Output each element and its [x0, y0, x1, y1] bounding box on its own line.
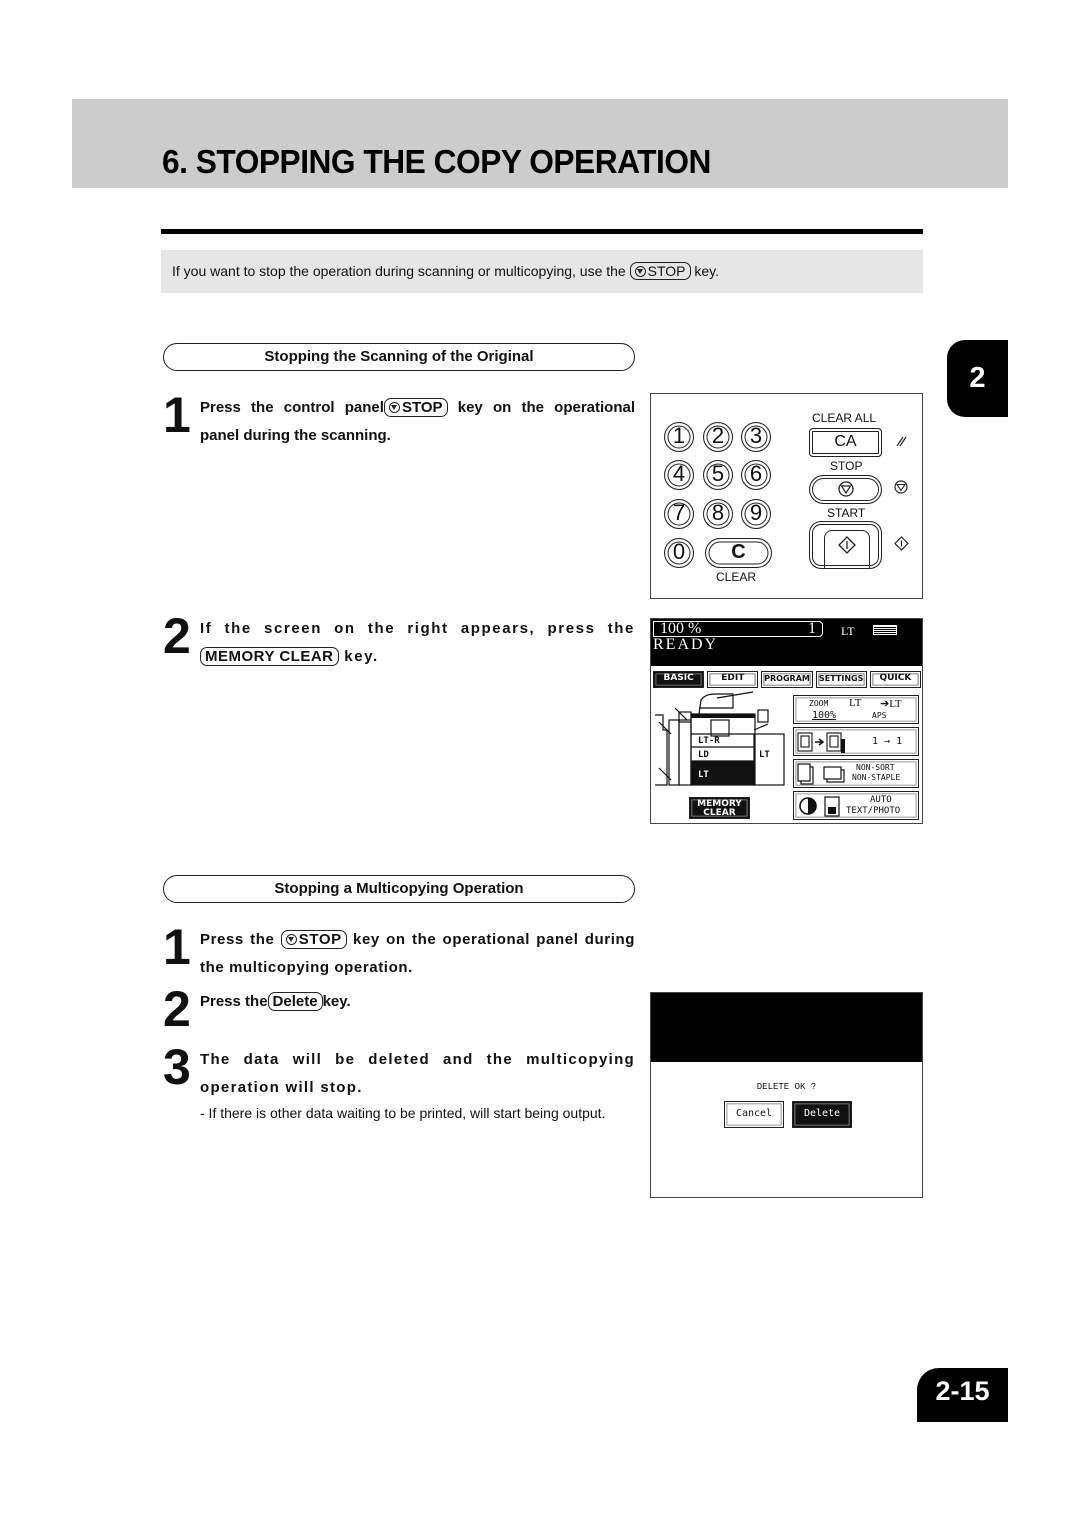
clear-label: CLEAR [716, 570, 757, 584]
intro-box: If you want to stop the operation during… [161, 250, 923, 293]
stop-key-badge: STOP [280, 930, 347, 950]
numeric-key-7[interactable]: 7 [664, 499, 694, 529]
stop-icon [285, 934, 297, 945]
dialog-header-area [651, 993, 922, 1062]
stop-label: STOP [830, 459, 863, 473]
step-number: 3 [163, 1039, 191, 1095]
drawer-1-paper[interactable]: LT-R [698, 736, 720, 746]
lcf-paper[interactable]: LT [759, 750, 770, 760]
sort-staple-icon [797, 763, 845, 785]
zoom-readout: 100 % 1 [653, 621, 823, 637]
step-note: - If there is other data waiting to be p… [200, 1105, 606, 1121]
delete-confirm-question: DELETE OK ? [756, 1082, 817, 1092]
stop-key-badge: STOP [383, 398, 448, 418]
zoom-paper-button[interactable]: ZOOM LT ➔LT 100% APS [793, 695, 919, 724]
intro-text-before: If you want to stop the operation during… [172, 263, 626, 279]
delete-button[interactable]: Delete [792, 1101, 852, 1128]
stop-key-label: STOP [647, 263, 686, 279]
status-area: 100 % 1 LT READY [651, 619, 922, 666]
step-text: The data will be deleted and the multico… [200, 1051, 635, 1096]
page-number: 2-15 [917, 1368, 1008, 1422]
paper-tray-icon [873, 625, 897, 635]
paper-size: LT [841, 624, 855, 638]
delete-confirm-illustration: DELETE OK ? Cancel Delete [650, 992, 923, 1198]
image-mode-button[interactable]: AUTO TEXT/PHOTO [793, 791, 919, 820]
start-icon [894, 536, 909, 551]
numeric-key-9[interactable]: 9 [741, 499, 771, 529]
start-label: START [827, 506, 866, 520]
start-icon [838, 536, 856, 554]
numeric-key-0[interactable]: 0 [664, 538, 694, 568]
step-number: 2 [163, 608, 191, 664]
section1-step-2: 2 If the screen on the right appears, pr… [163, 611, 635, 671]
step-text: Press the Delete key. [200, 992, 351, 1012]
stop-key-badge: STOP [629, 262, 691, 281]
step-text: Press the control panel STOP key on the o… [200, 398, 636, 444]
clear-all-icon [896, 436, 907, 447]
stop-icon [634, 266, 646, 277]
step-text: If the screen on the right appears, pres… [200, 620, 635, 667]
stop-icon [894, 480, 908, 494]
clear-key[interactable]: C [705, 538, 772, 568]
section2-step-3: 3 The data will be deleted and the multi… [163, 1042, 635, 1124]
numeric-key-1[interactable]: 1 [664, 422, 694, 452]
auto-exposure-icon [799, 796, 840, 817]
numeric-key-2[interactable]: 2 [703, 422, 733, 452]
stop-icon [388, 402, 400, 413]
copier-diagram [655, 691, 785, 786]
title-band: 6. STOPPING THE COPY OPERATION [72, 99, 1008, 188]
tab-quick[interactable]: QUICK [869, 671, 922, 688]
clear-all-key[interactable]: CA [809, 428, 882, 457]
intro-text-after: key. [694, 263, 720, 279]
section2-step-2: 2 Press the Delete key. [163, 984, 635, 1034]
delete-key-badge: Delete [267, 992, 323, 1012]
duplex-button[interactable]: 1 → 1 [793, 727, 919, 756]
chapter-tab: 2 [947, 340, 1008, 417]
tab-program[interactable]: PROGRAM [761, 671, 813, 688]
memory-clear-button[interactable]: MEMORY CLEAR [689, 797, 750, 819]
touch-screen-basic-illustration: 100 % 1 LT READY BASIC EDIT PROGRAM SETT… [650, 618, 923, 824]
numeric-key-4[interactable]: 4 [664, 460, 694, 490]
cancel-button[interactable]: Cancel [724, 1101, 784, 1128]
divider-rule [161, 229, 923, 234]
drawer-2-paper[interactable]: LD [698, 750, 709, 760]
step-number: 2 [163, 981, 191, 1037]
step-text: Press the STOP key on the operational pa… [200, 930, 636, 976]
section2-step-1: 1 Press the STOP key on the operational … [163, 922, 636, 982]
numeric-key-5[interactable]: 5 [703, 460, 733, 490]
stop-key[interactable] [809, 475, 882, 504]
finishing-button[interactable]: NON-SORT NON-STAPLE [793, 759, 919, 788]
copy-count: 1 [808, 620, 816, 637]
clear-all-label: CLEAR ALL [812, 411, 877, 425]
start-key[interactable] [809, 521, 882, 569]
step-number: 1 [163, 919, 191, 975]
section-heading-multicopying: Stopping a Multicopying Operation [163, 875, 635, 903]
section-heading-scanning: Stopping the Scanning of the Original [163, 343, 635, 371]
tab-settings[interactable]: SETTINGS [815, 671, 867, 688]
screen-tabs: BASIC EDIT PROGRAM SETTINGS QUICK [653, 671, 922, 688]
memory-clear-key-badge: MEMORY CLEAR [200, 647, 339, 667]
step-number: 1 [163, 387, 191, 443]
numeric-key-6[interactable]: 6 [741, 460, 771, 490]
numeric-key-8[interactable]: 8 [703, 499, 733, 529]
control-panel-illustration: 1 2 3 4 5 6 7 8 9 0 C CLEAR CLEAR ALL CA… [650, 393, 923, 599]
tab-basic[interactable]: BASIC [653, 671, 705, 688]
status-message: READY [653, 636, 719, 653]
duplex-icon [797, 732, 845, 753]
section1-step-1: 1 Press the control panel STOP key on the… [163, 390, 636, 450]
stop-icon [838, 481, 854, 497]
drawer-3-paper[interactable]: LT [698, 770, 709, 780]
numeric-key-3[interactable]: 3 [741, 422, 771, 452]
page-title: 6. STOPPING THE COPY OPERATION [162, 143, 711, 180]
tab-edit[interactable]: EDIT [707, 671, 759, 688]
